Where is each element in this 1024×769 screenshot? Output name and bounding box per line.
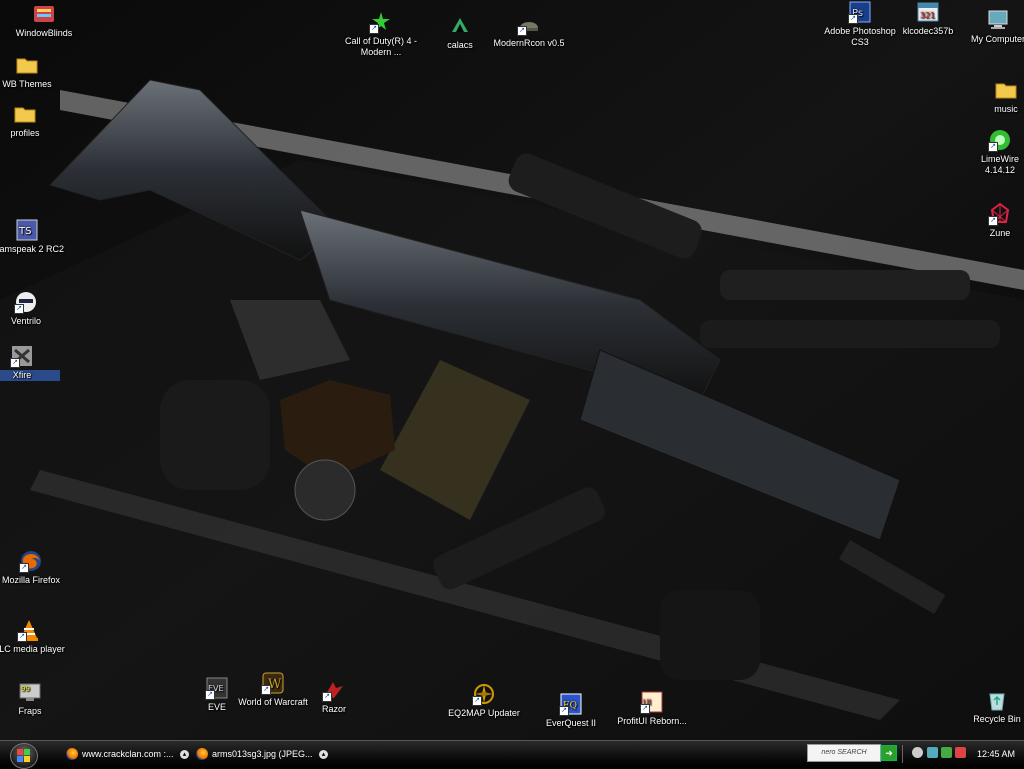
chevron-up-icon: ▴ bbox=[319, 750, 329, 760]
windows-logo-icon bbox=[17, 749, 30, 762]
desktop-icon-firefox[interactable]: ↗ Mozilla Firefox bbox=[0, 549, 69, 586]
icon-label: ProfitUI Reborn... bbox=[617, 716, 687, 726]
desktop-icon-vlc[interactable]: ↗ VLC media player bbox=[0, 618, 67, 655]
desktop-icon-profitui[interactable]: UI ↗ ProfitUI Reborn... bbox=[614, 690, 690, 727]
desktop-icon-my-computer[interactable]: My Computer bbox=[960, 8, 1024, 45]
icon-label: My Computer bbox=[970, 34, 1024, 44]
firefox-icon bbox=[196, 748, 208, 760]
desktop-icon-fraps[interactable]: 99 Fraps bbox=[0, 680, 68, 717]
svg-text:99: 99 bbox=[21, 685, 30, 693]
desktop-icon-cod4[interactable]: ↗ Call of Duty(R) 4 - Modern ... bbox=[343, 10, 419, 58]
calendar-icon: 321 bbox=[917, 2, 939, 22]
desktop-icon-music[interactable]: music bbox=[968, 78, 1024, 115]
icon-label: Teamspeak 2 RC2 bbox=[0, 244, 65, 254]
taskbar-button-arms-jpg[interactable]: arms013sg3.jpg (JPEG... ▴ bbox=[194, 744, 332, 764]
icon-label: Call of Duty(R) 4 - Modern ... bbox=[344, 36, 417, 57]
computer-icon bbox=[988, 10, 1008, 29]
desktop-icon-calacs[interactable]: calacs bbox=[422, 14, 498, 51]
taskbar-clock[interactable]: 12:45 AM bbox=[968, 740, 1024, 768]
tray-separator bbox=[902, 745, 903, 763]
recycle-bin-icon bbox=[989, 693, 1005, 711]
desktop-icon-everquest2[interactable]: EQ ↗ EverQuest II bbox=[533, 692, 609, 729]
icon-label: music bbox=[994, 104, 1018, 114]
icon-label: VLC media player bbox=[0, 644, 65, 654]
volume-icon[interactable] bbox=[912, 747, 923, 758]
chevron-up-icon: ▴ bbox=[180, 750, 190, 760]
taskbar-button-crackclan[interactable]: www.crackclan.com :... ▴ bbox=[64, 744, 202, 764]
svg-text:321: 321 bbox=[920, 11, 935, 20]
desktop-icon-photoshop[interactable]: Ps↗ Adobe Photoshop CS3 bbox=[822, 0, 898, 48]
teamspeak-icon: TS bbox=[16, 219, 38, 241]
icon-label: Mozilla Firefox bbox=[1, 575, 60, 585]
folder-icon bbox=[14, 107, 36, 123]
desktop-icon-eq2map[interactable]: ↗ EQ2MAP Updater bbox=[446, 682, 522, 719]
icon-label: calacs bbox=[447, 40, 473, 50]
desktop-icon-xfire[interactable]: ↗ Xfire bbox=[0, 344, 60, 381]
start-button[interactable] bbox=[10, 743, 38, 769]
desktop-icon-wb-themes[interactable]: WB Themes bbox=[0, 53, 65, 90]
icon-label: ModernRcon v0.5 bbox=[493, 38, 565, 48]
icon-label: LimeWire 4.14.12 bbox=[980, 154, 1019, 175]
icon-label: EverQuest II bbox=[545, 718, 597, 728]
desktop-icon-klcodec[interactable]: 321 klcodec357b bbox=[890, 0, 966, 37]
icon-label: klcodec357b bbox=[902, 26, 954, 36]
icon-label: Razor bbox=[321, 704, 346, 714]
calacs-icon bbox=[452, 18, 468, 32]
desktop-icon-limewire[interactable]: ↗ LimeWire 4.14.12 bbox=[976, 128, 1024, 176]
desktop-icon-ventrilo[interactable]: ↗ Ventrilo bbox=[0, 290, 64, 327]
network-icon[interactable] bbox=[927, 747, 938, 758]
icon-label: EQ2MAP Updater bbox=[448, 708, 520, 718]
svg-text:TS: TS bbox=[18, 226, 31, 237]
desktop-icon-recycle-bin[interactable]: Recycle Bin bbox=[970, 688, 1024, 725]
folder-icon bbox=[995, 83, 1017, 99]
firefox-icon bbox=[66, 748, 78, 760]
desktop-icon-windowblinds[interactable]: WindowBlinds bbox=[6, 2, 82, 39]
task-label: arms013sg3.jpg (JPEG... bbox=[212, 749, 313, 759]
desktop-icon-teamspeak[interactable]: TS Teamspeak 2 RC2 bbox=[0, 218, 65, 255]
desktop-wallpaper bbox=[0, 0, 1024, 740]
security-icon[interactable] bbox=[955, 747, 966, 758]
icon-label: WindowBlinds bbox=[15, 28, 73, 38]
icon-label: WB Themes bbox=[2, 79, 52, 89]
icon-label: Zune bbox=[989, 228, 1011, 238]
icon-label: profiles bbox=[10, 128, 40, 138]
icon-label: Fraps bbox=[18, 706, 42, 716]
nero-search-go-button[interactable]: ➜ bbox=[881, 745, 897, 761]
icon-label: Adobe Photoshop CS3 bbox=[824, 26, 896, 47]
icon-label: Ventrilo bbox=[10, 316, 42, 326]
windowblinds-icon bbox=[34, 6, 54, 22]
fraps-icon: 99 bbox=[19, 683, 41, 701]
desktop-icon-zune[interactable]: ↗ Zune bbox=[976, 202, 1024, 239]
desktop-icon-razor[interactable]: ↗ Razor bbox=[296, 678, 372, 715]
folder-icon bbox=[16, 58, 38, 74]
task-label: www.crackclan.com :... bbox=[82, 749, 174, 759]
nero-search-box[interactable]: nero SEARCH bbox=[807, 744, 881, 762]
messenger-icon[interactable] bbox=[941, 747, 952, 758]
desktop-icon-modernrcon[interactable]: ↗ ModernRcon v0.5 bbox=[491, 12, 567, 49]
icon-label: Recycle Bin bbox=[973, 714, 1021, 724]
desktop-icon-profiles[interactable]: profiles bbox=[0, 102, 63, 139]
icon-label: Xfire bbox=[0, 370, 60, 381]
